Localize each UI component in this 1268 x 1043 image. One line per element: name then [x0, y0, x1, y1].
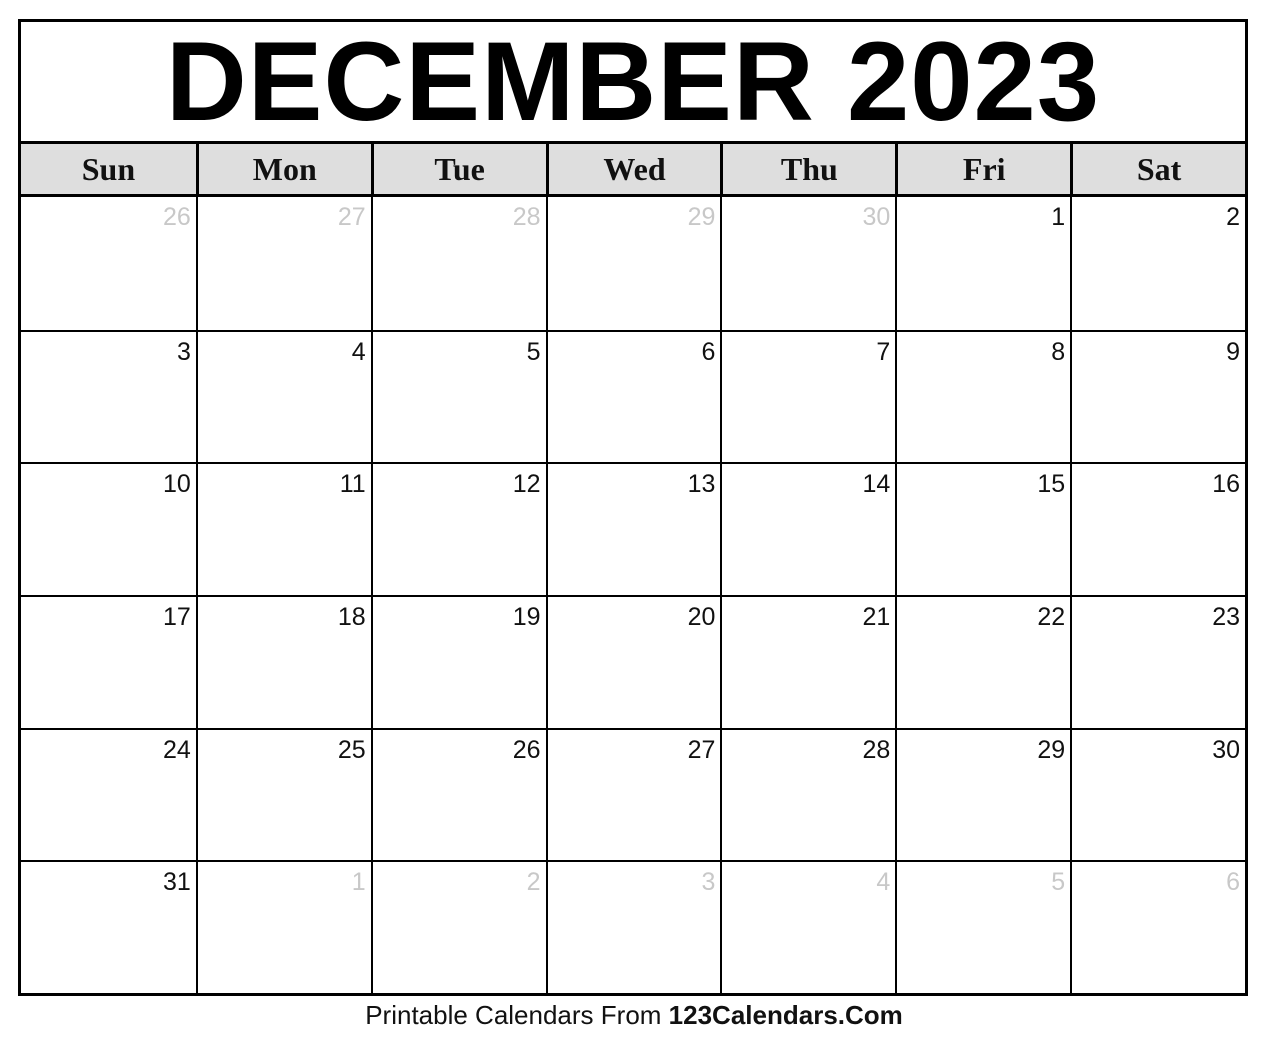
day-cell: 17 [21, 595, 196, 728]
day-cell: 20 [545, 595, 721, 728]
weekday-sat: Sat [1070, 144, 1245, 194]
day-cell: 12 [370, 462, 546, 595]
day-number: 19 [512, 603, 541, 631]
day-number: 7 [876, 337, 891, 366]
day-number: 27 [687, 735, 716, 764]
day-number: 27 [337, 203, 366, 231]
day-number: 28 [512, 203, 541, 231]
day-number: 6 [1226, 868, 1240, 897]
calendar: DECEMBER 2023 Sun Mon Tue Wed Thu Fri Sat 26 27… [18, 19, 1248, 996]
day-cell-outside-month: 29 [545, 197, 721, 330]
day-number: 3 [176, 337, 191, 366]
day-cell: 25 [195, 727, 371, 861]
day-number: 10 [163, 470, 191, 499]
day-cell: 3 [21, 329, 196, 463]
day-number: 6 [701, 337, 716, 366]
day-number: 22 [1037, 603, 1066, 631]
day-cell: 18 [195, 595, 371, 728]
day-cell: 2 [1070, 197, 1245, 330]
day-cell: 4 [195, 329, 371, 463]
day-cell: 1 [895, 197, 1070, 330]
day-cell: 22 [895, 595, 1071, 728]
weekday-tue: Tue [370, 144, 546, 194]
day-number: 23 [1212, 603, 1240, 631]
day-cell: 31 [21, 860, 196, 993]
day-number: 28 [862, 735, 891, 764]
day-cell: 23 [1070, 595, 1245, 728]
day-number: 8 [1051, 337, 1066, 366]
day-cell: 27 [545, 727, 721, 861]
weekday-thu: Thu [720, 144, 895, 194]
day-cell-outside-month: 3 [545, 860, 721, 993]
day-number: 29 [687, 203, 716, 231]
day-cell: 29 [895, 727, 1071, 861]
weekday-header: Sun Mon Tue Wed Thu Fri Sat [21, 144, 1245, 197]
day-cell-outside-month: 30 [720, 197, 895, 330]
day-cell: 30 [1070, 727, 1245, 861]
day-cell: 19 [370, 595, 546, 728]
day-cell-outside-month: 5 [895, 860, 1071, 993]
day-number: 24 [163, 735, 191, 764]
day-number: 25 [337, 735, 366, 764]
day-number: 2 [526, 868, 541, 897]
day-cell: 26 [370, 727, 546, 861]
day-cell-outside-month: 26 [21, 197, 196, 330]
day-cell-outside-month: 6 [1070, 860, 1245, 993]
day-number: 14 [862, 470, 891, 499]
day-cell: 7 [720, 329, 896, 463]
day-cell-outside-month: 27 [195, 197, 371, 330]
day-cell: 28 [720, 727, 896, 861]
day-number: 26 [512, 735, 541, 764]
day-cell: 6 [545, 329, 721, 463]
footer-brand-link[interactable]: 123Calendars.Com [669, 1000, 903, 1030]
day-number: 3 [701, 868, 716, 897]
day-number: 26 [163, 203, 191, 231]
day-cell: 15 [895, 462, 1071, 595]
weekday-mon: Mon [195, 144, 371, 194]
footer-prefix: Printable Calendars From [365, 1000, 669, 1030]
day-cell: 21 [720, 595, 896, 728]
day-cell-outside-month: 28 [370, 197, 546, 330]
day-number: 21 [862, 603, 891, 631]
day-number: 31 [163, 868, 191, 897]
day-cell-outside-month: 4 [720, 860, 896, 993]
day-number: 2 [1226, 203, 1240, 231]
day-number: 12 [512, 470, 541, 499]
day-number: 15 [1037, 470, 1066, 499]
day-cell-outside-month: 2 [370, 860, 546, 993]
weekday-wed: Wed [545, 144, 721, 194]
day-number: 4 [351, 337, 366, 366]
day-cell: 10 [21, 462, 196, 595]
weekday-fri: Fri [895, 144, 1070, 194]
day-cell: 16 [1070, 462, 1245, 595]
day-number: 1 [1051, 203, 1066, 231]
day-number: 1 [351, 868, 366, 897]
day-cell-outside-month: 1 [195, 860, 371, 993]
day-number: 5 [526, 337, 541, 366]
day-number: 4 [876, 868, 891, 897]
day-number: 13 [687, 470, 716, 499]
day-cell: 11 [195, 462, 371, 595]
footer-credit: Printable Calendars From 123Calendars.Co… [0, 1000, 1268, 1031]
day-cell: 24 [21, 727, 196, 861]
day-cell: 13 [545, 462, 721, 595]
day-cell: 9 [1070, 329, 1245, 463]
day-number: 30 [1212, 735, 1240, 764]
day-number: 5 [1051, 868, 1066, 897]
day-number: 20 [687, 603, 716, 631]
day-cell: 8 [895, 329, 1071, 463]
day-number: 11 [339, 470, 366, 499]
day-number: 30 [862, 203, 891, 231]
weekday-sun: Sun [81, 150, 136, 187]
day-number: 17 [163, 603, 191, 631]
day-number: 18 [337, 603, 366, 631]
day-number: 9 [1226, 337, 1240, 366]
calendar-title: DECEMBER 2023 [21, 22, 1245, 144]
day-cell: 5 [370, 329, 546, 463]
day-number: 29 [1037, 735, 1066, 764]
day-cell: 14 [720, 462, 896, 595]
day-number: 16 [1212, 470, 1240, 499]
day-grid: 26 27 28 29 30 1 2 3 4 5 6 7 8 9 10 11 12 13 14 15 16 17 18 19 2… [21, 197, 1245, 993]
